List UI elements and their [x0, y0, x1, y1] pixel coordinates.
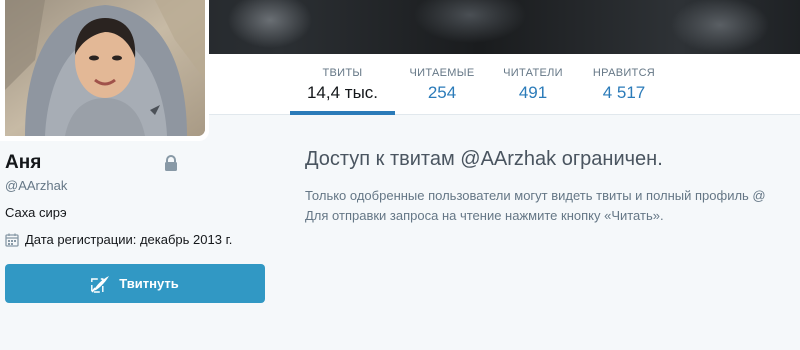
protected-title: Доступ к твитам @AArzhak ограничен.	[305, 148, 663, 170]
lock-icon	[165, 155, 177, 171]
stat-followers-label: ЧИТАТЕЛИ	[503, 67, 563, 79]
stat-tweets-value: 14,4 тыс.	[306, 83, 379, 102]
avatar[interactable]	[5, 0, 205, 136]
stat-tweets-label: ТВИТЫ	[322, 67, 363, 79]
join-date-text: Дата регистрации: декабрь 2013 г.	[25, 232, 233, 247]
profile-bio: Саха сирэ	[5, 205, 67, 220]
tweet-button-label: Твитнуть	[119, 276, 179, 291]
stat-following[interactable]: ЧИТАЕМЫЕ 254	[402, 54, 482, 114]
join-date: Дата регистрации: декабрь 2013 г.	[5, 232, 232, 247]
avatar-frame	[0, 0, 209, 141]
calendar-icon	[5, 233, 19, 247]
stat-followers-value: 491	[518, 83, 548, 102]
compose-tweet-icon	[91, 275, 110, 293]
tweet-button[interactable]: Твитнуть	[5, 264, 265, 303]
stat-likes-label: НРАВИТСЯ	[592, 67, 656, 79]
stat-following-value: 254	[427, 83, 457, 102]
profile-handle[interactable]: @AArzhak	[5, 178, 67, 193]
avatar-photo	[5, 0, 205, 136]
protected-message-line1: Только одобренные пользователи могут вид…	[305, 188, 766, 203]
protected-message: Только одобренные пользователи могут вид…	[305, 186, 800, 226]
stat-likes-value: 4 517	[602, 83, 646, 102]
stat-tweets[interactable]: ТВИТЫ 14,4 тыс.	[290, 54, 395, 115]
protected-message-line2: Для отправки запроса на чтение нажмите к…	[305, 208, 664, 223]
stat-likes[interactable]: НРАВИТСЯ 4 517	[585, 54, 663, 114]
profile-name[interactable]: Аня	[5, 152, 41, 174]
stat-followers[interactable]: ЧИТАТЕЛИ 491	[495, 54, 571, 114]
stat-following-label: ЧИТАЕМЫЕ	[409, 67, 475, 79]
